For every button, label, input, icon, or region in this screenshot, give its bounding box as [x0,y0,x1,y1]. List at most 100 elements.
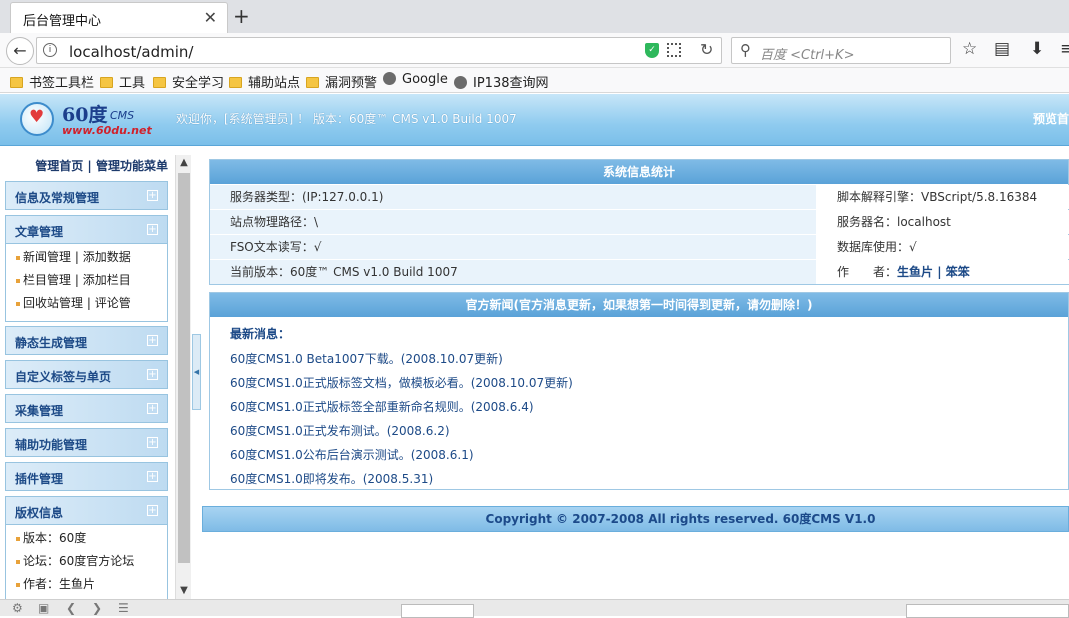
search-input[interactable]: ⚲ 百度 <Ctrl+K> [731,37,951,64]
news-item[interactable]: 60度CMS1.0正式版标签文档，做模板必看。(2008.10.07更新) [210,371,1068,395]
reading-list-icon[interactable]: ▤ [994,39,1010,59]
qr-code-icon[interactable] [667,43,681,57]
copyright-item: 作者：生鱼片 [6,573,167,596]
back-arrow-icon[interactable]: ← [6,37,34,65]
menu-title: 辅助功能管理 [15,438,88,452]
url-text[interactable]: localhost/admin/ [69,43,193,61]
search-icon: ⚲ [740,41,751,59]
news-item[interactable]: 60度CMS1.0公布后台演示测试。(2008.6.1) [210,443,1068,467]
admin-header: 60度 CMS www.60du.net 欢迎你，[系统管理员] ！ 版本：60… [0,94,1069,146]
list-icon[interactable]: ☰ [118,601,129,615]
url-bar[interactable]: i localhost/admin/ ✓ ↻ [36,37,722,64]
submenu-item: 栏目管理 | 添加栏目 [6,269,167,292]
news-item[interactable]: 60度CMS1.0正式发布测试。(2008.6.2) [210,419,1068,443]
info-row: 当前版本：60度™ CMS v1.0 Build 1007 作 者：生鱼片 | … [210,259,1069,284]
expand-icon[interactable]: + [147,369,158,380]
welcome-message: 欢迎你，[系统管理员] ！ 版本：60度™ CMS v1.0 Build 100… [176,110,517,127]
screenshot-icon[interactable]: ▣ [38,601,49,615]
bookmarks-bar: 书签工具栏 工具 安全学习 辅助站点 漏洞预警 Google IP138查询网 [0,68,1069,93]
news-item[interactable]: 60度CMS1.0即将发布。(2008.5.31) [210,467,1068,491]
copyright-item: 版本：60度 [6,527,167,550]
menu-article[interactable]: 文章管理 + [5,215,168,244]
menu-title: 自定义标签与单页 [15,370,112,384]
expand-icon[interactable]: + [147,403,158,414]
copyright-item[interactable]: 论坛：60度官方论坛 [6,550,167,573]
bookmark-item[interactable]: 辅助站点 [229,72,300,91]
bookmark-item[interactable]: 工具 [100,72,145,91]
tab-title: 后台管理中心 [23,14,102,29]
bookmark-item[interactable]: 书签工具栏 [10,72,94,91]
shield-icon[interactable]: ✓ [645,43,659,58]
info-row: FSO文本读写：√ 数据库使用：√ [210,234,1069,259]
logo-url: www.60du.net [62,124,152,137]
expand-icon[interactable]: + [147,505,158,516]
back-icon[interactable]: ❮ [66,601,76,615]
folder-icon [229,77,242,88]
sidebar-top-links[interactable]: 管理首页 | 管理功能菜单 [0,157,168,174]
logo-name: 60度 [62,104,108,126]
author-links[interactable]: 生鱼片 | 笨笨 [897,265,970,279]
new-tab-icon[interactable]: + [233,4,250,28]
submenu-item: 回收站管理 | 评论管 [6,292,167,315]
sidebar: 管理首页 | 管理功能菜单 信息及常规管理 + 文章管理 + 新闻管理 | 添加… [0,147,175,599]
menu-info-general[interactable]: 信息及常规管理 + [5,181,168,210]
bookmark-label: IP138查询网 [473,76,549,91]
submenu-link[interactable]: 回收站管理 [23,296,83,310]
main-content: 系统信息统计 服务器类型：(IP:127.0.0.1) 脚本解释引擎：VBScr… [202,147,1069,599]
expand-icon[interactable]: + [147,471,158,482]
preview-home-link[interactable]: 预览首页 [1033,110,1069,127]
menu-static-gen[interactable]: 静态生成管理 + [5,326,168,355]
bookmark-label: 安全学习 [172,76,225,91]
menu-title: 信息及常规管理 [15,191,100,205]
news-title: 官方新闻(官方消息更新，如果想第一时间得到更新，请勿删除！) [210,293,1068,317]
expand-icon[interactable]: + [147,335,158,346]
news-latest-label: 最新消息： [230,327,291,341]
bookmark-item[interactable]: Google [383,72,448,87]
news-item[interactable]: 60度CMS1.0 Beta1007下载。(2008.10.07更新) [210,347,1068,371]
menu-title: 版权信息 [15,506,64,520]
bookmark-item[interactable]: 安全学习 [153,72,224,91]
reload-icon[interactable]: ↻ [700,40,713,59]
bookmark-label: 漏洞预警 [325,76,378,91]
info-icon[interactable]: i [43,43,57,57]
scroll-thumb[interactable] [178,173,190,563]
site-logo: 60度 CMS www.60du.net [18,98,152,140]
forward-icon[interactable]: ❯ [92,601,102,615]
submenu-link[interactable]: 添加栏目 [83,273,131,287]
menu-plugins[interactable]: 插件管理 + [5,462,168,491]
submenu-link[interactable]: 新闻管理 [23,250,71,264]
close-icon[interactable]: ✕ [204,8,217,27]
info-left: 当前版本：60度™ CMS v1.0 Build 1007 [210,260,816,284]
submenu-item: 新闻管理 | 添加数据 [6,246,167,269]
menu-title: 静态生成管理 [15,336,88,350]
bookmark-item[interactable]: IP138查询网 [454,72,549,91]
scroll-down-icon[interactable]: ▼ [176,583,192,599]
info-right: 数据库使用：√ [817,235,1069,259]
menu-copyright[interactable]: 版权信息 + [5,496,168,525]
menu-custom-tags[interactable]: 自定义标签与单页 + [5,360,168,389]
sidebar-scrollbar[interactable]: ▲ ▼ [175,155,191,599]
welcome-prefix: 欢迎你，[系统管理员] ！ 版本： [176,112,349,126]
download-icon[interactable]: ⬇ [1030,39,1044,59]
submenu-link[interactable]: 评论管 [95,296,131,310]
collapse-sidebar-icon[interactable]: ◀ [192,334,201,410]
star-icon[interactable]: ☆ [962,39,977,59]
menu-icon[interactable]: ≡ [1060,39,1069,59]
scroll-up-icon[interactable]: ▲ [176,155,192,171]
menu-auxiliary[interactable]: 辅助功能管理 + [5,428,168,457]
expand-icon[interactable]: + [147,437,158,448]
submenu-link[interactable]: 添加数据 [83,250,131,264]
submenu-link[interactable]: 栏目管理 [23,273,71,287]
browser-tab[interactable]: 后台管理中心 ✕ [10,2,228,33]
menu-title: 插件管理 [15,472,64,486]
globe-icon [383,72,396,85]
expand-icon[interactable]: + [147,190,158,201]
bookmark-item[interactable]: 漏洞预警 [306,72,377,91]
browser-nav-bar: ← i localhost/admin/ ✓ ↻ ⚲ 百度 <Ctrl+K> ☆… [0,33,1069,68]
author-label: 作 者： [837,265,898,279]
menu-collect[interactable]: 采集管理 + [5,394,168,423]
expand-icon[interactable]: + [147,224,158,235]
tool-icon[interactable]: ⚙ [12,601,23,615]
news-item[interactable]: 60度CMS1.0正式版标签全部重新命名规则。(2008.6.4) [210,395,1068,419]
bookmark-label: 书签工具栏 [29,76,95,91]
